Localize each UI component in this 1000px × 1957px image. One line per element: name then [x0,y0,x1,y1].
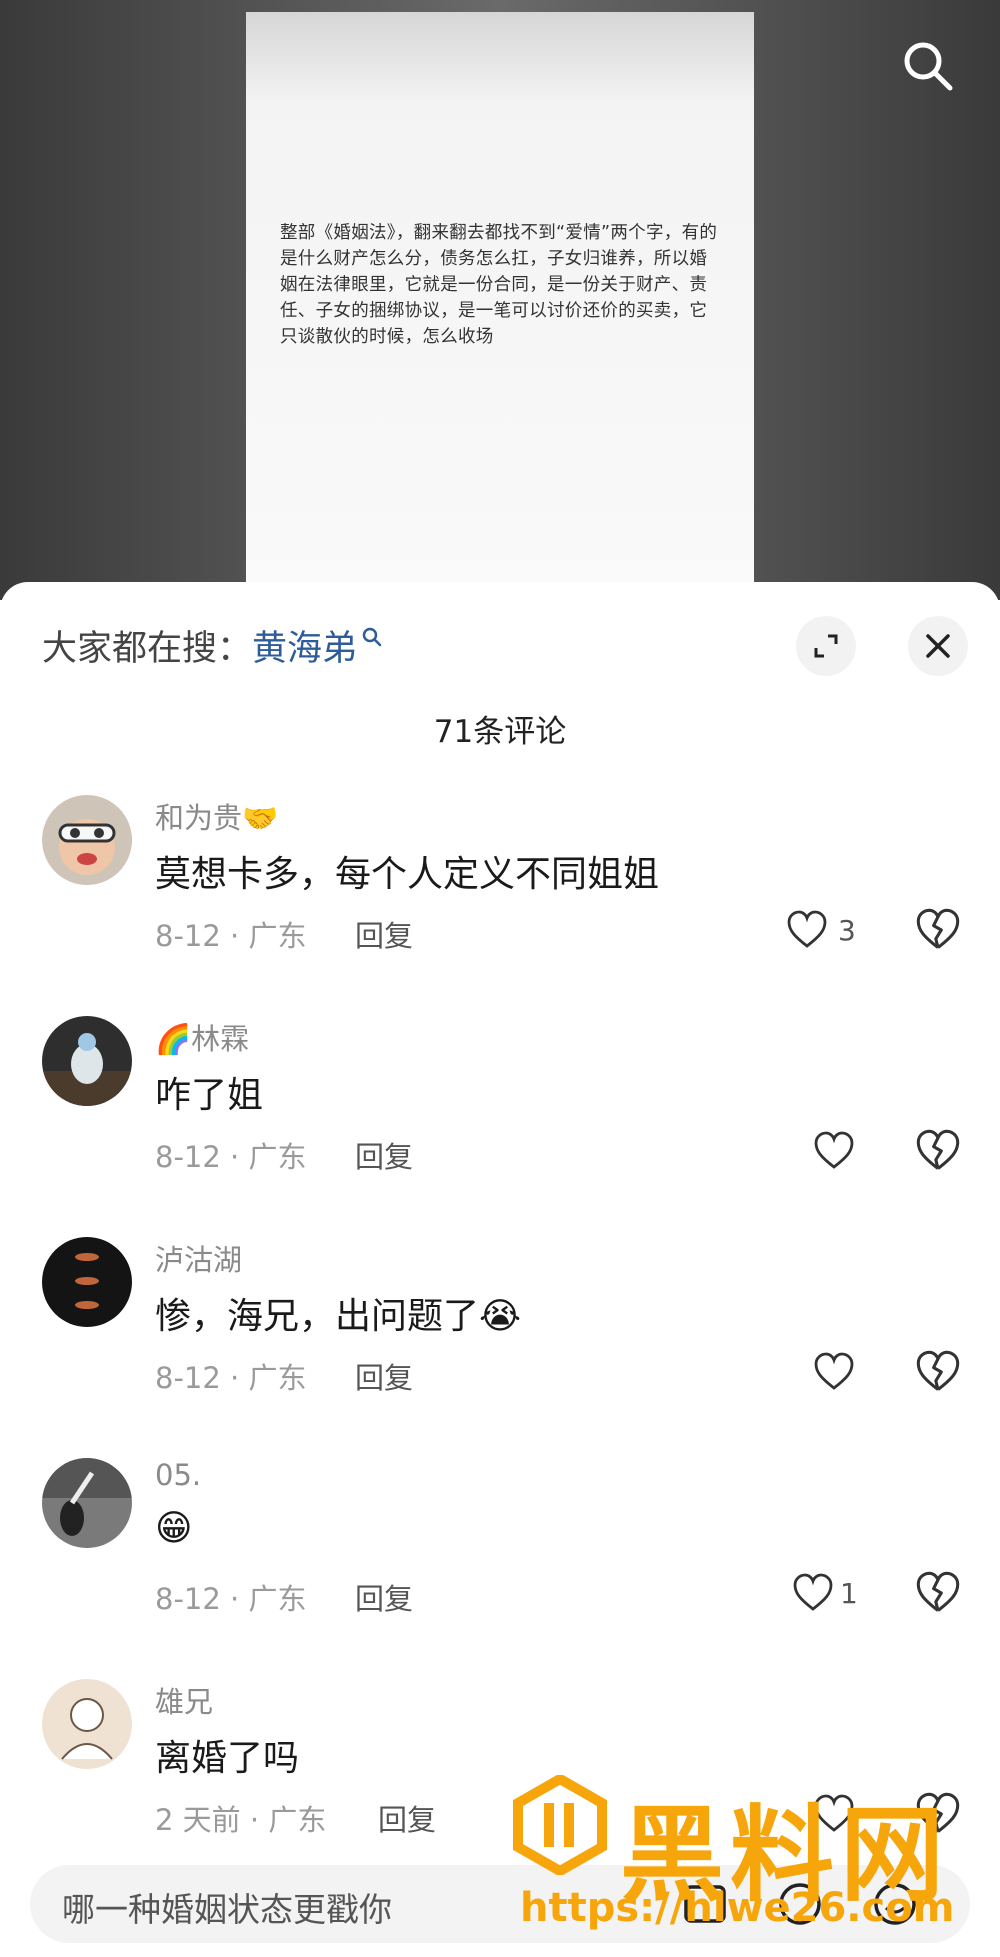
broken-heart-icon[interactable] [915,907,961,953]
expand-button[interactable] [796,616,856,676]
comment-meta: 2 天前 · 广东 [155,1803,327,1837]
comment-item: 🌈林霖 咋了姐 8-12 · 广东 回复 [0,1016,1000,1226]
reply-button[interactable]: 回复 [355,1355,413,1397]
avatar[interactable] [42,1679,132,1769]
close-icon [926,634,950,658]
comment-text: 咋了姐 [155,1075,264,1116]
comment-meta: 8-12 · 广东 [155,1140,307,1174]
reply-button[interactable]: 回复 [378,1797,436,1839]
broken-heart-icon[interactable] [915,1791,961,1837]
avatar[interactable] [42,795,132,885]
reply-button[interactable]: 回复 [355,913,413,955]
image-icon[interactable] [680,1879,730,1929]
search-icon [362,627,382,646]
hot-search-bar[interactable]: 大家都在搜： 黄海弟 [42,620,383,671]
avatar[interactable] [42,1237,132,1327]
reply-button[interactable]: 回复 [355,1576,413,1618]
like-button[interactable] [813,1791,855,1837]
comment-item: 泸沽湖 惨，海兄，出问题了😭 8-12 · 广东 回复 [0,1237,1000,1447]
comment-count: 71条评论 [433,714,567,750]
mention-icon[interactable] [775,1879,825,1929]
comment-item: 和为贵🤝 莫想卡多，每个人定义不同姐姐 8-12 · 广东 回复 3 [0,795,1000,1005]
heart-icon [793,1573,833,1611]
comment-author[interactable]: 05. [155,1458,201,1492]
like-button[interactable] [813,1349,855,1395]
hot-search-term[interactable]: 黄海弟 [252,620,357,671]
comment-author[interactable]: 和为贵🤝 [155,795,278,837]
reply-button[interactable]: 回复 [355,1134,413,1176]
comment-text: 😁 [155,1508,193,1549]
heart-icon [814,1352,854,1390]
heart-icon [814,1131,854,1169]
expand-icon [814,634,838,658]
comment-input[interactable]: 哪一种婚姻状态更戳你 [30,1865,970,1943]
like-count: 1 [840,1576,858,1610]
heart-icon [787,910,827,948]
document-text: 整部《婚姻法》，翻来翻去都找不到“爱情”两个字，有的是什么财产怎么分，债务怎么扛… [280,223,718,347]
comment-item: 05. 😁 8-12 · 广东 回复 1 [0,1458,1000,1668]
comment-meta: 8-12 · 广东 [155,1582,307,1616]
comment-meta: 8-12 · 广东 [155,1361,307,1395]
like-button[interactable]: 1 [792,1570,858,1616]
comment-author[interactable]: 泸沽湖 [155,1237,242,1279]
avatar[interactable] [42,1458,132,1548]
heart-icon [814,1794,854,1832]
comment-text: 惨，海兄，出问题了😭 [155,1296,522,1337]
search-icon[interactable] [898,36,958,96]
comment-author[interactable]: 雄兄 [155,1679,213,1721]
comment-meta: 8-12 · 广东 [155,919,307,953]
emoji-icon[interactable] [870,1879,920,1929]
comment-author[interactable]: 🌈林霖 [155,1016,249,1058]
like-button[interactable]: 3 [786,907,856,953]
close-button[interactable] [908,616,968,676]
comment-text: 莫想卡多，每个人定义不同姐姐 [155,854,660,895]
broken-heart-icon[interactable] [915,1349,961,1395]
comment-item: 雄兄 离婚了吗 2 天前 · 广东 回复 [0,1679,1000,1889]
like-count: 3 [838,913,856,947]
avatar[interactable] [42,1016,132,1106]
hot-search-prefix: 大家都在搜： [42,629,253,669]
comment-input-placeholder: 哪一种婚姻状态更戳你 [62,1890,392,1929]
comment-text: 离婚了吗 [155,1738,300,1779]
like-button[interactable] [813,1128,855,1174]
broken-heart-icon[interactable] [915,1570,961,1616]
broken-heart-icon[interactable] [915,1128,961,1174]
